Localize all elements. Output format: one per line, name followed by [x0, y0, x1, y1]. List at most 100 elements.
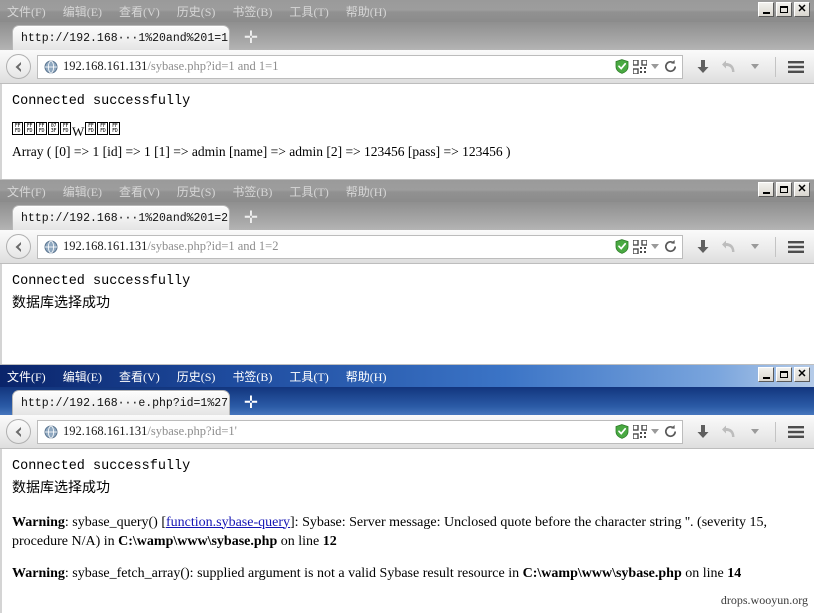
green-shield-icon[interactable]	[615, 424, 629, 439]
menu-item-help-accel: (H)	[369, 369, 387, 384]
menu-item-view-label: 查看	[119, 4, 144, 19]
menu-item-edit[interactable]: 编辑(E)	[63, 183, 102, 200]
browser-tab[interactable]: http://192.168···1%20and%201=2	[12, 205, 230, 230]
menu-item-bookmarks[interactable]: 书签(B)	[232, 368, 272, 385]
menu-item-history-label: 历史	[176, 184, 201, 199]
menu-item-file-accel: (F)	[31, 4, 46, 19]
browser-tab[interactable]: http://192.168···1%20and%201=1	[12, 25, 230, 50]
menu-item-bookmarks[interactable]: 书签(B)	[232, 3, 272, 20]
history-dropdown-button[interactable]	[743, 420, 767, 444]
content-line-connected: Connected successfully	[12, 94, 191, 109]
browser-tab-title: http://192.168···e.php?id=1%27	[21, 396, 229, 410]
close-button[interactable]: ✕	[794, 182, 810, 197]
browser-tab-title: http://192.168···1%20and%201=1	[21, 31, 229, 45]
menu-item-help[interactable]: 帮助(H)	[346, 183, 387, 200]
menu-item-bookmarks[interactable]: 书签(B)	[232, 183, 272, 200]
minimize-icon	[762, 376, 770, 379]
minimize-button[interactable]	[758, 2, 774, 17]
reload-icon[interactable]	[663, 239, 678, 254]
browser-window-3: 文件(F) 编辑(E) 查看(V) 历史(S) 书签(B) 工具(T) 帮助(H…	[0, 365, 814, 614]
history-back-button[interactable]	[717, 55, 741, 79]
menu-item-history[interactable]: 历史(S)	[177, 3, 216, 20]
menu-item-view[interactable]: 查看(V)	[119, 3, 160, 20]
address-bar[interactable]: 192.168.161.131/sybase.php?id=1'	[37, 419, 683, 444]
address-bar[interactable]: 192.168.161.131/sybase.php?id=1 and 1=2	[37, 234, 683, 259]
minimize-button[interactable]	[758, 367, 774, 382]
menu-item-view-label: 查看	[119, 184, 144, 199]
maximize-button[interactable]	[776, 182, 792, 197]
menu-item-file[interactable]: 文件(F)	[7, 3, 46, 20]
menu-item-file[interactable]: 文件(F)	[7, 368, 46, 385]
new-tab-button[interactable]: ✛	[238, 26, 264, 50]
menu-item-view-accel: (V)	[143, 369, 160, 384]
address-bar[interactable]: 192.168.161.131/sybase.php?id=1 and 1=1	[37, 54, 683, 79]
menu-item-view[interactable]: 查看(V)	[119, 368, 160, 385]
warning-file-path: C:\wamp\www\sybase.php	[522, 566, 682, 582]
minimize-button[interactable]	[758, 182, 774, 197]
new-tab-button[interactable]: ✛	[238, 391, 264, 415]
mojibake-glyphs: FF FD FF FD FF FD 07 3F FF FD W FF FD FF FD FF FD	[12, 121, 121, 142]
close-button[interactable]: ✕	[794, 2, 810, 17]
back-button[interactable]	[6, 419, 31, 444]
history-back-button[interactable]	[717, 235, 741, 259]
menu-item-edit[interactable]: 编辑(E)	[63, 3, 102, 20]
history-dropdown-button[interactable]	[743, 235, 767, 259]
download-button[interactable]	[691, 55, 715, 79]
php-warning-1: Warning: sybase_query() [function.sybase…	[12, 514, 804, 552]
back-button[interactable]	[6, 54, 31, 79]
menu-item-file[interactable]: 文件(F)	[7, 183, 46, 200]
function-doc-link[interactable]: function.sybase-query	[166, 515, 290, 530]
menubar-window-1: 文件(F) 编辑(E) 查看(V) 历史(S) 书签(B) 工具(T) 帮助(H…	[0, 0, 814, 22]
menu-item-help[interactable]: 帮助(H)	[346, 368, 387, 385]
reload-icon[interactable]	[663, 424, 678, 439]
warning-line-prefix: on line	[277, 533, 323, 549]
app-menu-button[interactable]	[784, 235, 808, 259]
back-button[interactable]	[6, 234, 31, 259]
menu-item-bookmarks-label: 书签	[232, 369, 257, 384]
browser-tab[interactable]: http://192.168···e.php?id=1%27	[12, 390, 230, 415]
new-tab-button[interactable]: ✛	[238, 206, 264, 230]
app-menu-button[interactable]	[784, 420, 808, 444]
menu-item-view[interactable]: 查看(V)	[119, 183, 160, 200]
window-controls: ✕	[758, 2, 810, 17]
maximize-button[interactable]	[776, 2, 792, 17]
menu-item-help[interactable]: 帮助(H)	[346, 3, 387, 20]
green-shield-icon[interactable]	[615, 239, 629, 254]
warning-func-prefix: : sybase_query() [	[64, 514, 166, 530]
download-button[interactable]	[691, 235, 715, 259]
chevron-down-icon[interactable]	[651, 244, 659, 249]
page-content-window-3: Connected successfully 数据库选择成功 Warning: …	[0, 449, 814, 613]
address-bar-host: 192.168.161.131	[63, 59, 148, 73]
menu-item-edit[interactable]: 编辑(E)	[63, 368, 102, 385]
menu-item-tools[interactable]: 工具(T)	[289, 3, 328, 20]
menu-item-tools[interactable]: 工具(T)	[289, 183, 328, 200]
warning-line-number: 12	[322, 533, 337, 549]
qr-code-icon[interactable]	[633, 59, 647, 74]
close-button[interactable]: ✕	[794, 367, 810, 382]
menu-item-tools[interactable]: 工具(T)	[289, 368, 328, 385]
browser-tab-title: http://192.168···1%20and%201=2	[21, 211, 229, 225]
download-icon	[697, 59, 709, 73]
menu-item-bookmarks-accel: (B)	[256, 369, 273, 384]
content-line-db-selected: 数据库选择成功	[12, 479, 110, 496]
chevron-down-icon	[751, 244, 759, 249]
menu-item-file-label: 文件	[7, 184, 32, 199]
chevron-down-icon[interactable]	[651, 429, 659, 434]
green-shield-icon[interactable]	[615, 59, 629, 74]
minimize-icon	[762, 11, 770, 14]
minimize-icon	[762, 191, 770, 194]
qr-code-icon[interactable]	[633, 239, 647, 254]
history-dropdown-button[interactable]	[743, 55, 767, 79]
chevron-down-icon[interactable]	[651, 64, 659, 69]
reload-icon[interactable]	[663, 59, 678, 74]
menu-item-history[interactable]: 历史(S)	[177, 183, 216, 200]
warning-file-path: C:\wamp\www\sybase.php	[118, 533, 278, 549]
qr-code-icon[interactable]	[633, 424, 647, 439]
menu-item-history[interactable]: 历史(S)	[177, 368, 216, 385]
download-button[interactable]	[691, 420, 715, 444]
tabstrip-window-1: http://192.168···1%20and%201=1 ✛	[0, 22, 814, 50]
app-menu-button[interactable]	[784, 55, 808, 79]
maximize-button[interactable]	[776, 367, 792, 382]
globe-icon	[44, 60, 58, 73]
history-back-button[interactable]	[717, 420, 741, 444]
